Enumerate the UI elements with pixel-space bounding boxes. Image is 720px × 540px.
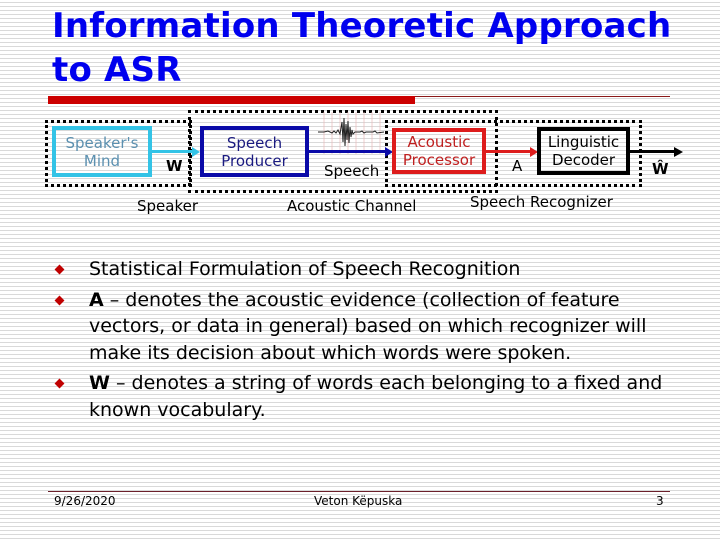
bullet-diamond-icon (54, 264, 65, 275)
slide-title: Information Theoretic Approach to ASR (52, 4, 692, 92)
acoustic-channel-group-label: Acoustic Channel (287, 197, 417, 215)
w-hat-arrow-line (630, 150, 676, 153)
w-arrow-head (192, 146, 200, 157)
footer-date: 9/26/2020 (54, 494, 116, 508)
acoustic-processor-label-line-2: Processor (402, 151, 476, 169)
speech-producer-label-line-1: Speech (226, 133, 283, 152)
footer-divider (48, 491, 670, 492)
bullet-text: – denotes the acoustic evidence (collect… (89, 288, 647, 364)
bullet-item: A – denotes the acoustic evidence (colle… (52, 287, 692, 367)
bullet-diamond-icon (54, 295, 65, 305)
speakers-mind-label-line-2: Mind (83, 151, 121, 170)
footer-page-number: 3 (656, 494, 664, 508)
linguistic-decoder-block: Linguistic Decoder (537, 127, 630, 175)
w-hat-arrow-head (674, 146, 683, 157)
speech-arrow-line (309, 150, 387, 153)
speech-producer-label-line-2: Producer (221, 151, 288, 170)
bullet-item: W – denotes a string of words each belon… (52, 370, 692, 423)
speaker-group-label: Speaker (137, 197, 199, 215)
a-arrow-line (486, 150, 531, 153)
acoustic-processor-block: Acoustic Processor (392, 128, 486, 174)
bullet-bold-term: W (89, 372, 110, 394)
signal-w-label: W (166, 157, 183, 175)
speakers-mind-block: Speaker's Mind (52, 126, 152, 177)
signal-speech-label: Speech (324, 162, 380, 180)
w-arrow-line (152, 150, 194, 153)
footer-author: Veton Këpuska (314, 494, 403, 508)
bullet-list: Statistical Formulation of Speech Recogn… (52, 256, 692, 427)
linguistic-decoder-label-line-1: Linguistic (547, 133, 620, 151)
speech-recognizer-group-label: Speech Recognizer (470, 193, 613, 211)
bullet-diamond-icon (54, 378, 65, 389)
signal-w-hat-label: Ŵ (652, 160, 669, 178)
bullet-bold-term: A (89, 288, 104, 311)
slide-title-line-1: Information Theoretic Approach (52, 6, 672, 46)
title-underline-thick (48, 96, 415, 104)
speech-producer-block: Speech Producer (200, 126, 309, 177)
speech-waveform-icon (318, 112, 385, 154)
bullet-text: Statistical Formulation of Speech Recogn… (89, 258, 521, 280)
title-underline-thin (415, 96, 670, 97)
acoustic-processor-label-line-1: Acoustic (407, 133, 471, 151)
bullet-item: Statistical Formulation of Speech Recogn… (52, 256, 692, 283)
signal-a-label: A (512, 157, 523, 175)
speakers-mind-label-line-1: Speaker's (65, 133, 139, 152)
slide-title-line-2: to ASR (52, 50, 182, 90)
linguistic-decoder-label-line-2: Decoder (551, 151, 616, 169)
bullet-text: – denotes a string of words each belongi… (89, 372, 663, 421)
